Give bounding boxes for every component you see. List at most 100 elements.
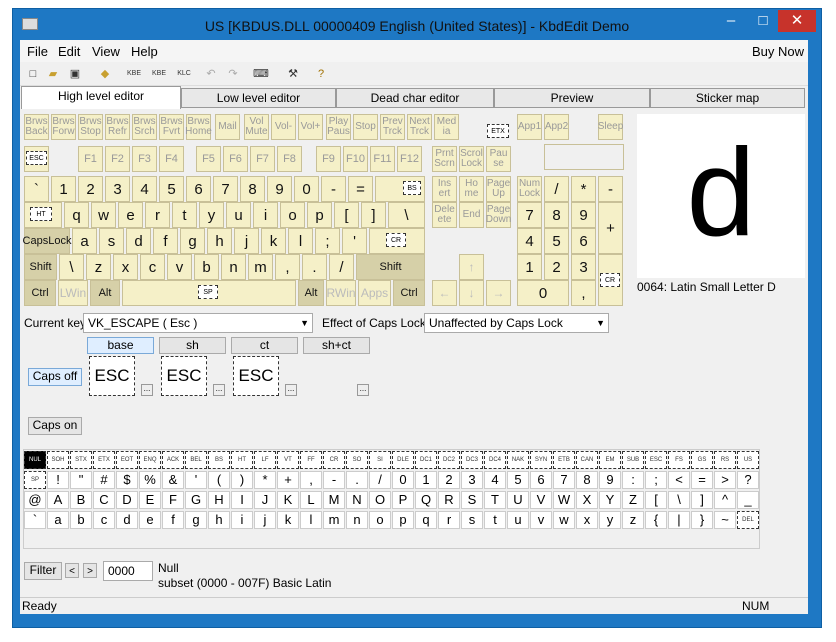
char-cell[interactable]: U: [507, 491, 529, 509]
char-cell[interactable]: :: [622, 471, 644, 489]
char-cell[interactable]: LF: [254, 451, 276, 469]
char-cell[interactable]: !: [47, 471, 69, 489]
char-cell[interactable]: ^: [714, 491, 736, 509]
char-cell[interactable]: ~: [714, 511, 736, 529]
char-cell[interactable]: X: [576, 491, 598, 509]
char-cell[interactable]: ]: [691, 491, 713, 509]
f-key[interactable]: F6: [223, 146, 248, 172]
base-char-box[interactable]: ESC: [89, 356, 135, 396]
char-cell[interactable]: w: [553, 511, 575, 529]
media-key[interactable]: Prev Trck: [380, 114, 405, 140]
char-cell[interactable]: Q: [415, 491, 437, 509]
buy-now-link[interactable]: Buy Now: [752, 44, 804, 59]
char-cell[interactable]: ACK: [162, 451, 184, 469]
char-cell[interactable]: R: [438, 491, 460, 509]
app-key[interactable]: App1: [517, 114, 542, 140]
char-cell[interactable]: ,: [300, 471, 322, 489]
char-cell[interactable]: HT: [231, 451, 253, 469]
ctrl-left-key[interactable]: Ctrl: [24, 280, 56, 306]
f-key[interactable]: F2: [105, 146, 130, 172]
key-t[interactable]: t: [172, 202, 197, 228]
save-kbe2-button[interactable]: KBE: [147, 65, 171, 83]
tab-high-level-editor[interactable]: High level editor: [21, 86, 181, 109]
media-key[interactable]: Vol Mute: [244, 114, 269, 140]
numpad-dot[interactable]: ,: [571, 280, 596, 306]
media-key[interactable]: Brws Home: [185, 114, 212, 140]
char-cell[interactable]: ENQ: [139, 451, 161, 469]
char-cell[interactable]: x: [576, 511, 598, 529]
char-cell[interactable]: VT: [277, 451, 299, 469]
filter-button[interactable]: Filter: [24, 562, 62, 580]
char-cell[interactable]: 9: [599, 471, 621, 489]
key-a[interactable]: a: [72, 228, 97, 254]
key-'[interactable]: ': [342, 228, 367, 254]
char-cell[interactable]: h: [208, 511, 230, 529]
char-cell[interactable]: d: [116, 511, 138, 529]
media-key[interactable]: Brws Srch: [132, 114, 157, 140]
char-cell[interactable]: DC4: [484, 451, 506, 469]
key-][interactable]: ]: [361, 202, 386, 228]
numpad-0[interactable]: 0: [517, 280, 569, 306]
char-cell[interactable]: V: [530, 491, 552, 509]
arrow-right-key[interactable]: →: [486, 280, 511, 306]
char-cell[interactable]: G: [185, 491, 207, 509]
package-icon[interactable]: ◆: [96, 65, 114, 83]
shift-state-base[interactable]: base: [87, 337, 154, 354]
arrow-down-key[interactable]: ↓: [459, 280, 484, 306]
char-cell[interactable]: b: [70, 511, 92, 529]
char-cell[interactable]: ETB: [553, 451, 575, 469]
numpad-n8[interactable]: 8: [544, 202, 569, 228]
char-cell[interactable]: L: [300, 491, 322, 509]
char-cell[interactable]: Z: [622, 491, 644, 509]
key-j[interactable]: j: [234, 228, 259, 254]
media-key[interactable]: Brws Forw: [51, 114, 76, 140]
char-cell[interactable]: u: [507, 511, 529, 529]
key-e[interactable]: e: [118, 202, 143, 228]
char-cell[interactable]: f: [162, 511, 184, 529]
char-cell[interactable]: t: [484, 511, 506, 529]
char-cell[interactable]: v: [530, 511, 552, 529]
media-key[interactable]: Med ia: [434, 114, 459, 140]
key-9[interactable]: 9: [267, 176, 292, 202]
char-cell[interactable]: _: [737, 491, 759, 509]
key-10[interactable]: /: [329, 254, 354, 280]
tab-sticker-map[interactable]: Sticker map: [650, 88, 805, 108]
media-key[interactable]: Brws Back: [24, 114, 49, 140]
help-icon[interactable]: ?: [312, 65, 330, 83]
char-cell[interactable]: SUB: [622, 451, 644, 469]
char-cell[interactable]: (: [208, 471, 230, 489]
char-cell[interactable]: =: [691, 471, 713, 489]
char-cell[interactable]: [: [645, 491, 667, 509]
char-cell[interactable]: I: [231, 491, 253, 509]
f-key[interactable]: F4: [159, 146, 184, 172]
backslash-key[interactable]: \: [388, 202, 425, 228]
ct-char-box[interactable]: ESC: [233, 356, 279, 396]
menu-edit[interactable]: Edit: [58, 44, 80, 59]
char-cell[interactable]: j: [254, 511, 276, 529]
undo-icon[interactable]: ↶: [202, 65, 220, 83]
char-cell[interactable]: o: [369, 511, 391, 529]
char-cell[interactable]: SP: [24, 471, 46, 489]
tab-preview[interactable]: Preview: [494, 88, 650, 108]
char-cell[interactable]: <: [668, 471, 690, 489]
alt-right-key[interactable]: Alt: [298, 280, 324, 306]
char-cell[interactable]: l: [300, 511, 322, 529]
key-6[interactable]: 6: [186, 176, 211, 202]
key-5[interactable]: 5: [159, 176, 184, 202]
char-cell[interactable]: -: [323, 471, 345, 489]
char-cell[interactable]: 6: [530, 471, 552, 489]
char-cell[interactable]: i: [231, 511, 253, 529]
keyboard-icon[interactable]: ⌨: [252, 65, 270, 83]
char-cell[interactable]: E: [139, 491, 161, 509]
alt-left-key[interactable]: Alt: [90, 280, 120, 306]
char-cell[interactable]: DEL: [737, 511, 759, 529]
f-key[interactable]: F7: [250, 146, 275, 172]
char-cell[interactable]: NUL: [24, 451, 46, 469]
nav-end[interactable]: End: [459, 202, 484, 228]
char-cell[interactable]: FS: [668, 451, 690, 469]
media-key[interactable]: Vol+: [298, 114, 323, 140]
char-cell[interactable]: z: [622, 511, 644, 529]
char-cell[interactable]: SO: [346, 451, 368, 469]
key-11[interactable]: -: [321, 176, 346, 202]
shct-more-button[interactable]: ...: [357, 384, 369, 396]
